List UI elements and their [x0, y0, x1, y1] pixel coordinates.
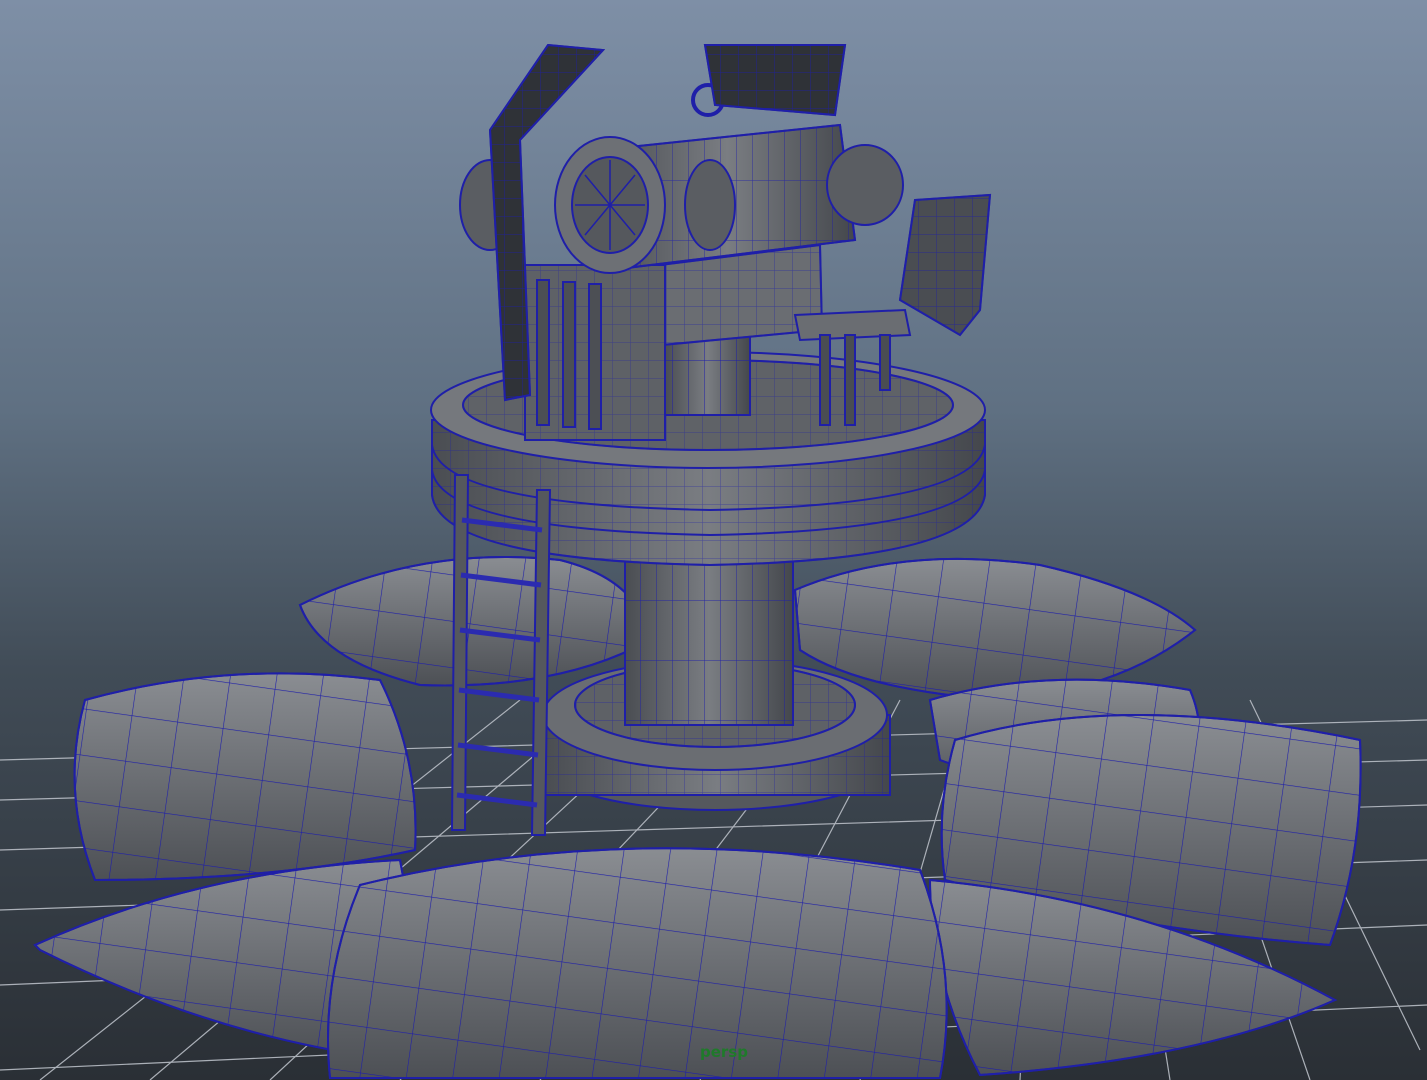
- maya-viewport[interactable]: persp: [0, 0, 1427, 1080]
- perspective-scene[interactable]: [0, 0, 1427, 1080]
- turret-shield-right[interactable]: [703, 44, 847, 117]
- support-column[interactable]: [624, 544, 794, 726]
- camera-name-label: persp: [700, 1043, 748, 1061]
